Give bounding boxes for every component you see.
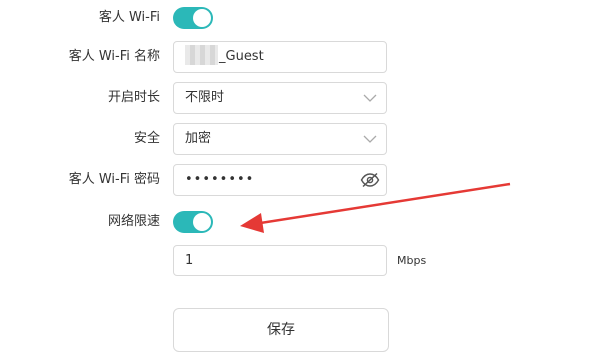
guest-wifi-name-text: _Guest [219,49,264,64]
guest-wifi-password-input[interactable]: •••••••• [173,164,387,196]
open-duration-row: 开启时长 不限时 [0,80,600,116]
redacted-name-block [185,44,218,65]
security-select[interactable]: 加密 [173,123,387,155]
guest-wifi-password-label: 客人 Wi-Fi 密码 [68,172,160,187]
speed-limit-row: 网络限速 [0,204,600,240]
password-value: •••••••• [185,172,255,187]
open-duration-select[interactable]: 不限时 [173,82,387,114]
guest-wifi-name-row: 客人 Wi-Fi 名称 _Guest [0,39,600,75]
toggle-knob [193,213,211,231]
guest-wifi-name-label: 客人 Wi-Fi 名称 [68,49,160,64]
security-value: 加密 [185,131,212,146]
guest-wifi-name-value: _Guest [185,42,264,72]
speed-limit-label: 网络限速 [107,214,160,229]
guest-wifi-label: 客人 Wi-Fi [98,10,160,25]
toggle-knob [193,9,211,27]
save-button[interactable]: 保存 [173,308,389,352]
guest-wifi-toggle[interactable] [173,7,213,29]
guest-wifi-row: 客人 Wi-Fi [0,0,600,36]
chevron-down-icon [363,135,377,143]
security-row: 安全 加密 [0,121,600,157]
speed-limit-toggle[interactable] [173,211,213,233]
speed-unit-label: Mbps [397,254,427,267]
guest-wifi-name-input[interactable]: _Guest [173,41,387,73]
open-duration-label: 开启时长 [107,90,160,105]
open-duration-value: 不限时 [185,90,225,105]
guest-wifi-password-row: 客人 Wi-Fi 密码 •••••••• [0,162,600,198]
speed-limit-input[interactable]: 1 [173,245,387,276]
eye-slash-icon[interactable] [360,172,380,188]
chevron-down-icon [363,94,377,102]
security-label: 安全 [133,131,160,146]
speed-limit-value: 1 [185,253,194,268]
